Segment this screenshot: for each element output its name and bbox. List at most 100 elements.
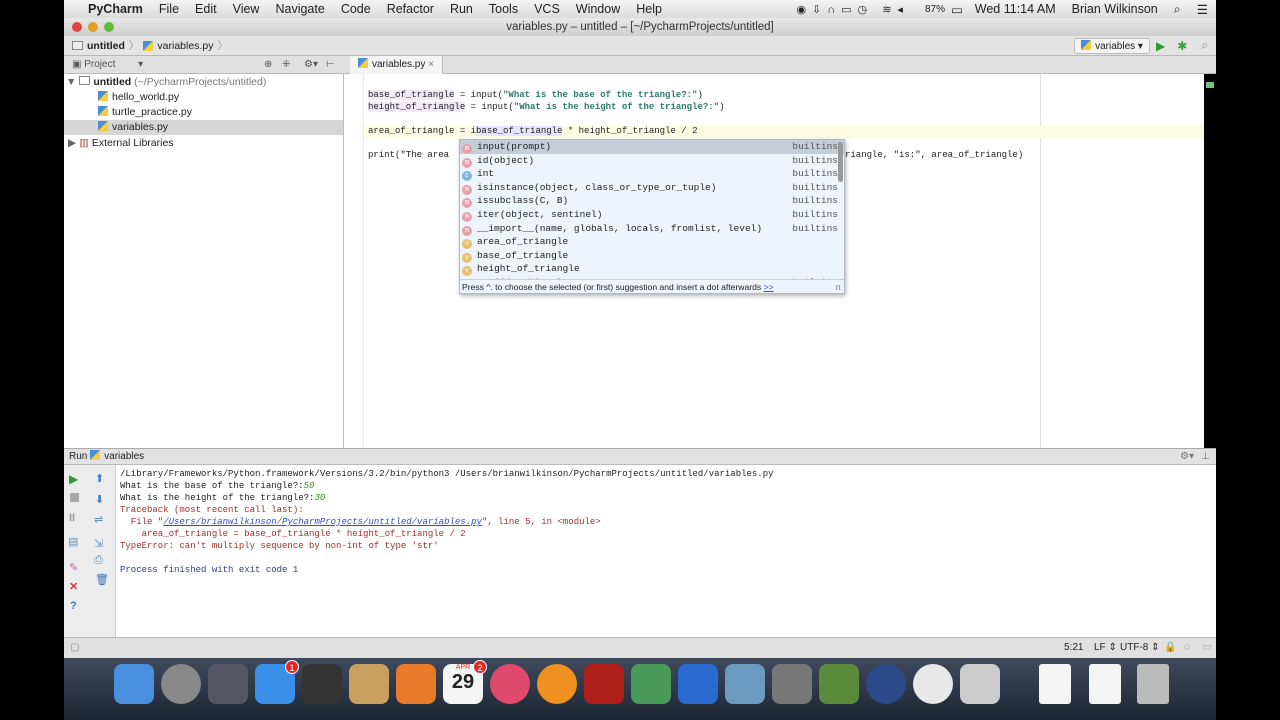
- status-icons[interactable]: ◉⇩∩▭◷ ≋◂: [788, 3, 917, 16]
- completion-item[interactable]: v base_of_triangle: [460, 249, 844, 263]
- trash-icon[interactable]: 🗑: [95, 573, 109, 586]
- run-config-dropdown[interactable]: variables ▾: [1074, 37, 1150, 54]
- dock-txt-document-icon[interactable]: [1039, 664, 1071, 704]
- dock-notes-icon[interactable]: [396, 664, 436, 704]
- completion-scrollbar[interactable]: [838, 142, 843, 182]
- hide-panel-icon[interactable]: ⊢: [326, 56, 335, 74]
- tree-file[interactable]: hello_world.py: [98, 90, 179, 105]
- menu-refactor[interactable]: Refactor: [379, 2, 442, 16]
- completion-item[interactable]: m issubclass(C, B) builtins: [460, 194, 844, 209]
- dock-python-idle-icon[interactable]: [631, 664, 671, 704]
- pause-button[interactable]: II: [69, 512, 75, 524]
- battery-percent[interactable]: 87%: [917, 4, 947, 15]
- scroll-to-end-icon[interactable]: ⇲: [94, 537, 103, 550]
- close-tab-icon[interactable]: ×: [428, 59, 434, 70]
- tree-file-selected[interactable]: variables.py: [64, 120, 343, 135]
- menu-vcs[interactable]: VCS: [526, 2, 568, 16]
- collapse-all-icon[interactable]: ⁜: [282, 56, 290, 74]
- run-button[interactable]: ▶: [1150, 39, 1171, 53]
- dock-archive-icon[interactable]: [960, 664, 1000, 704]
- menu-tools[interactable]: Tools: [481, 2, 526, 16]
- zoom-window-button[interactable]: [104, 22, 114, 32]
- inspector-icon[interactable]: ☺: [1182, 638, 1192, 658]
- lock-icon[interactable]: 🔒: [1164, 638, 1176, 658]
- close-window-button[interactable]: [72, 22, 82, 32]
- pin-icon[interactable]: ✎: [69, 561, 78, 574]
- traceback-file-link[interactable]: /Users/brianwilkinson/PycharmProjects/un…: [163, 517, 482, 527]
- tree-external-libraries[interactable]: ▶ ▥ External Libraries: [68, 136, 174, 151]
- completion-item[interactable]: m isinstance(object, class_or_type_or_tup…: [460, 181, 844, 195]
- dock-preview-icon[interactable]: [725, 664, 765, 704]
- settings-icon[interactable]: ⚙▾: [1180, 449, 1194, 465]
- layout-icon[interactable]: ▤: [68, 535, 78, 548]
- clock[interactable]: Wed 11:14 AM: [967, 2, 1064, 16]
- print-icon[interactable]: ⎙: [94, 554, 103, 567]
- completion-item[interactable]: v area_of_triangle: [460, 235, 844, 250]
- dock-itunes-icon[interactable]: [490, 664, 530, 704]
- menu-file[interactable]: File: [151, 2, 187, 16]
- file-encoding[interactable]: UTF-8 ⇕: [1120, 638, 1160, 658]
- dock-mission-control-icon[interactable]: [208, 664, 248, 704]
- dock-launchpad-icon[interactable]: [161, 664, 201, 704]
- soft-wrap-icon[interactable]: ⇌: [94, 513, 103, 526]
- scroll-from-source-icon[interactable]: ⊕: [264, 56, 272, 74]
- user-name[interactable]: Brian Wilkinson: [1064, 2, 1166, 16]
- dock-minecraft-icon[interactable]: [819, 664, 859, 704]
- tab-variables-py[interactable]: variables.py ×: [350, 56, 443, 74]
- dock-app-store-icon[interactable]: 1: [255, 660, 299, 704]
- menu-view[interactable]: View: [225, 2, 268, 16]
- expand-arrow-icon[interactable]: ▼: [66, 76, 79, 88]
- dock-system-preferences-icon[interactable]: [772, 664, 812, 704]
- expand-arrow-icon[interactable]: ▶: [68, 137, 79, 149]
- run-console[interactable]: /Library/Frameworks/Python.framework/Ver…: [116, 465, 1216, 637]
- dock-ibooks-icon[interactable]: [537, 664, 577, 704]
- dock-finder-icon[interactable]: [114, 664, 154, 704]
- line-separator[interactable]: LF ⇕: [1094, 638, 1117, 658]
- completion-item[interactable]: c int builtins: [460, 167, 844, 182]
- scroll-down-icon[interactable]: ⬇: [95, 493, 104, 506]
- debug-button[interactable]: ✱: [1171, 39, 1193, 53]
- menu-app[interactable]: PyCharm: [80, 2, 151, 16]
- rerun-button[interactable]: ▶: [69, 472, 78, 486]
- completion-item[interactable]: m iter(object, sentinel) builtins: [460, 208, 844, 222]
- menu-help[interactable]: Help: [628, 2, 670, 16]
- dock-xcode-icon[interactable]: [678, 664, 718, 704]
- dock-contacts-icon[interactable]: [349, 664, 389, 704]
- dock-chrome-icon[interactable]: [913, 664, 953, 704]
- dock-photo-booth-icon[interactable]: [584, 664, 624, 704]
- gear-icon[interactable]: ⚙▾: [304, 56, 318, 74]
- breadcrumb-file[interactable]: variables.py: [157, 40, 213, 52]
- battery-icon[interactable]: ▭: [947, 2, 967, 17]
- panel-toggle-icon[interactable]: ▢: [70, 638, 79, 658]
- spotlight-icon[interactable]: ⌕: [1166, 2, 1189, 17]
- menu-edit[interactable]: Edit: [187, 2, 225, 16]
- scroll-up-icon[interactable]: ⬆: [95, 472, 104, 485]
- menu-window[interactable]: Window: [568, 2, 628, 16]
- completion-item[interactable]: m __import__(name, globals, locals, froml…: [460, 222, 844, 236]
- menu-run[interactable]: Run: [442, 2, 481, 16]
- menu-navigate[interactable]: Navigate: [267, 2, 332, 16]
- completion-item[interactable]: m id(object) builtins: [460, 154, 844, 168]
- menu-code[interactable]: Code: [333, 2, 379, 16]
- hide-panel-icon[interactable]: ⊥: [1201, 449, 1210, 465]
- help-icon[interactable]: ?: [70, 600, 77, 612]
- stop-button[interactable]: [70, 493, 79, 502]
- dock-calendar-icon[interactable]: APR 29 2: [443, 660, 487, 704]
- run-config-name[interactable]: variables: [104, 451, 144, 462]
- close-run-button[interactable]: ✕: [69, 580, 78, 593]
- event-log-icon[interactable]: ▭: [1202, 638, 1211, 658]
- search-everywhere-icon[interactable]: ⌕: [1193, 38, 1216, 53]
- completion-item[interactable]: m input(prompt) builtins: [460, 140, 844, 154]
- dock-quicktime-icon[interactable]: [866, 664, 906, 704]
- project-view-dropdown[interactable]: ▣ Project ▾: [72, 56, 143, 74]
- tree-root[interactable]: ▼ untitled (~/PycharmProjects/untitled): [66, 75, 266, 90]
- dock-trash-icon[interactable]: [1137, 664, 1169, 704]
- minimize-window-button[interactable]: [88, 22, 98, 32]
- pi-icon[interactable]: π: [835, 280, 841, 293]
- caret-position[interactable]: 5:21: [1064, 638, 1083, 658]
- breadcrumb-project[interactable]: untitled: [87, 40, 125, 52]
- hint-link[interactable]: >>: [764, 282, 774, 292]
- dock-document-icon[interactable]: [1089, 664, 1121, 704]
- dock-facetime-icon[interactable]: [302, 664, 342, 704]
- completion-item[interactable]: v height_of_triangle: [460, 262, 844, 277]
